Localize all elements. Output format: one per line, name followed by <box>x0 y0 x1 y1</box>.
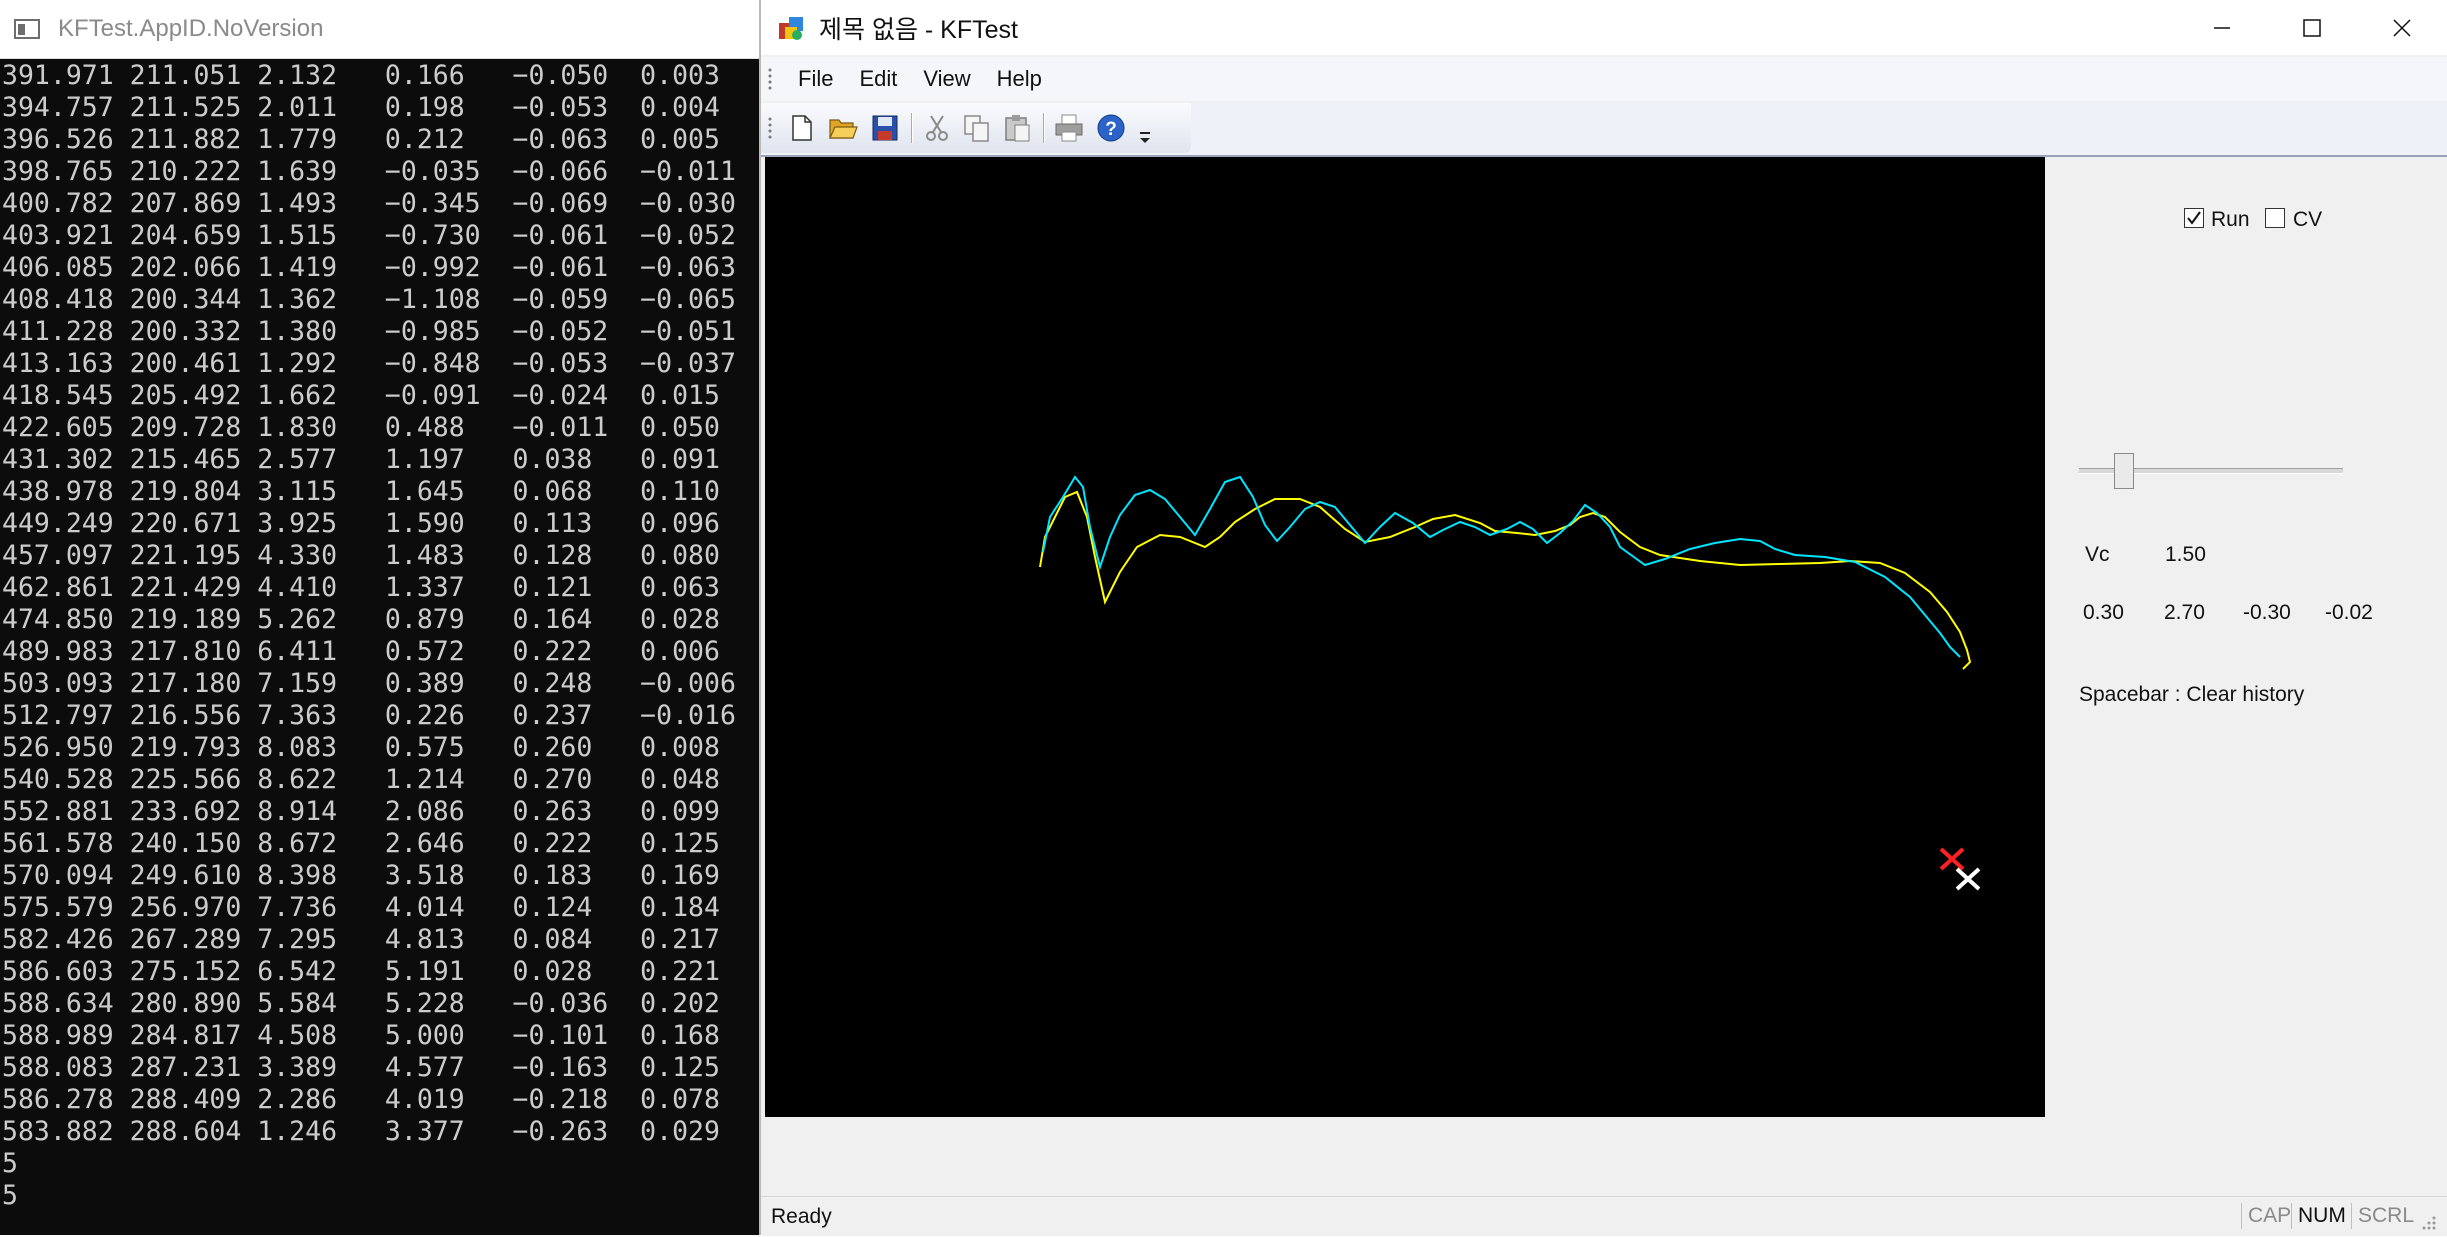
console-line: 422.605 209.728 1.830 0.488 −0.011 0.050 <box>2 412 720 443</box>
maximize-icon <box>2303 18 2321 37</box>
minimize-icon <box>2214 26 2230 29</box>
console-line: 396.526 211.882 1.779 0.212 −0.063 0.005 <box>2 124 720 155</box>
console-line: 588.083 287.231 3.389 4.577 −0.163 0.125 <box>2 1052 720 1083</box>
tracking-canvas[interactable] <box>765 157 2045 1117</box>
console-line: 586.603 275.152 6.542 5.191 0.028 0.221 <box>2 956 720 987</box>
console-output: 391.971 211.051 2.132 0.166 −0.050 0.003… <box>2 60 736 1212</box>
console-line: 552.881 233.692 8.914 2.086 0.263 0.099 <box>2 796 720 827</box>
paste-icon[interactable] <box>1001 112 1033 144</box>
console-line: 462.861 221.429 4.410 1.337 0.121 0.063 <box>2 572 720 603</box>
run-label: Run <box>2211 208 2250 231</box>
window-titlebar: 제목 없음 - KFTest <box>761 0 2447 55</box>
minimize-button[interactable] <box>2177 0 2267 55</box>
svg-text:?: ? <box>1105 119 1117 140</box>
console-line: 588.634 280.890 5.584 5.228 −0.036 0.202 <box>2 988 720 1019</box>
console-line: 586.278 288.409 2.286 4.019 −0.218 0.078 <box>2 1084 720 1115</box>
measured-track-line <box>1042 475 1961 658</box>
menu-view[interactable]: View <box>912 60 981 98</box>
toolstrip: ? <box>761 103 1191 153</box>
vc-value: 1.50 <box>2165 543 2206 566</box>
console-line: 391.971 211.051 2.132 0.166 −0.050 0.003 <box>2 60 720 91</box>
console-titlebar: KFTest.AppID.NoVersion <box>0 0 759 59</box>
copy-icon[interactable] <box>961 112 993 144</box>
console-line: 575.579 256.970 7.736 4.014 0.124 0.184 <box>2 892 720 923</box>
menu-bar: File Edit View Help <box>761 57 2447 101</box>
console-line: 457.097 221.195 4.330 1.483 0.128 0.080 <box>2 540 720 571</box>
cap-indicator: CAP <box>2241 1203 2297 1229</box>
menu-help[interactable]: Help <box>986 60 1053 98</box>
estimated-position-marker <box>1955 867 1981 891</box>
state-value-2: 2.70 <box>2164 601 2205 624</box>
save-icon[interactable] <box>869 112 901 144</box>
console-window: KFTest.AppID.NoVersion 391.971 211.051 2… <box>0 0 759 1235</box>
maximize-button[interactable] <box>2267 0 2357 55</box>
menu-grip-icon <box>767 67 773 91</box>
kftest-window: 제목 없음 - KFTest File Edit View Help ? Run… <box>759 0 2447 1236</box>
state-value-3: -0.30 <box>2243 601 2291 624</box>
close-button[interactable] <box>2357 0 2447 55</box>
console-line: 561.578 240.150 8.672 2.646 0.222 0.125 <box>2 828 720 859</box>
console-line: 5 <box>2 1148 18 1179</box>
check-icon <box>2187 211 2201 225</box>
console-line: 418.545 205.492 1.662 −0.091 −0.024 0.01… <box>2 380 720 411</box>
status-text: Ready <box>771 1205 832 1228</box>
vc-label: Vc <box>2085 543 2110 566</box>
toolbar-separator <box>911 113 912 143</box>
console-line: 438.978 219.804 3.115 1.645 0.068 0.110 <box>2 476 720 507</box>
console-line: 400.782 207.869 1.493 −0.345 −0.069 −0.0… <box>2 188 736 219</box>
cv-checkbox[interactable] <box>2265 208 2285 228</box>
run-checkbox[interactable] <box>2184 208 2204 228</box>
console-line: 540.528 225.566 8.622 1.214 0.270 0.048 <box>2 764 720 795</box>
control-panel: Run CV Vc 1.50 0.30 2.70 -0.30 -0.02 Spa… <box>2047 157 2447 1117</box>
console-line: 413.163 200.461 1.292 −0.848 −0.053 −0.0… <box>2 348 736 379</box>
console-line: 431.302 215.465 2.577 1.197 0.038 0.091 <box>2 444 720 475</box>
scrl-indicator: SCRL <box>2351 1203 2420 1229</box>
console-line: 406.085 202.066 1.419 −0.992 −0.061 −0.0… <box>2 252 736 283</box>
help-icon[interactable]: ? <box>1095 112 1127 144</box>
toolbar-grip-icon <box>767 116 773 140</box>
console-line: 588.989 284.817 4.508 5.000 −0.101 0.168 <box>2 1020 720 1051</box>
new-icon[interactable] <box>785 112 817 144</box>
cut-icon[interactable] <box>921 112 953 144</box>
cv-label: CV <box>2293 208 2323 231</box>
console-line: 5 <box>2 1180 18 1211</box>
menu-edit[interactable]: Edit <box>848 60 908 98</box>
open-icon[interactable] <box>827 112 859 144</box>
console-line: 411.228 200.332 1.380 −0.985 −0.052 −0.0… <box>2 316 736 347</box>
console-line: 474.850 219.189 5.262 0.879 0.164 0.028 <box>2 604 720 635</box>
window-title: 제목 없음 - KFTest <box>819 15 1018 44</box>
console-line: 403.921 204.659 1.515 −0.730 −0.061 −0.0… <box>2 220 736 251</box>
overflow-icon[interactable] <box>1135 112 1155 144</box>
console-line: 489.983 217.810 6.411 0.572 0.222 0.006 <box>2 636 720 667</box>
console-line: 570.094 249.610 8.398 3.518 0.183 0.169 <box>2 860 720 891</box>
spacebar-hint: Spacebar : Clear history <box>2079 683 2305 706</box>
measured-position-marker <box>1939 847 1965 871</box>
menu-file[interactable]: File <box>787 60 844 98</box>
console-line: 449.249 220.671 3.925 1.590 0.113 0.096 <box>2 508 720 539</box>
print-icon[interactable] <box>1053 112 1085 144</box>
num-indicator: NUM <box>2291 1203 2352 1229</box>
console-title: KFTest.AppID.NoVersion <box>58 15 324 42</box>
console-line: 398.765 210.222 1.639 −0.035 −0.066 −0.0… <box>2 156 736 187</box>
status-bar: Ready CAP NUM SCRL <box>761 1196 2447 1236</box>
console-app-icon <box>14 19 40 39</box>
tracking-plot <box>1039 475 1981 891</box>
console-line: 582.426 267.289 7.295 4.813 0.084 0.217 <box>2 924 720 955</box>
toolbar: ? <box>761 103 2447 157</box>
console-line: 503.093 217.180 7.159 0.389 0.248 −0.006 <box>2 668 736 699</box>
console-line: 583.882 288.604 1.246 3.377 −0.263 0.029 <box>2 1116 720 1147</box>
app-icon <box>777 13 807 43</box>
filtered-track-line <box>1039 490 1972 670</box>
state-value-4: -0.02 <box>2325 601 2373 624</box>
close-icon <box>2393 18 2411 37</box>
console-line: 526.950 219.793 8.083 0.575 0.260 0.008 <box>2 732 720 763</box>
resize-grip-icon[interactable] <box>2421 1213 2437 1237</box>
console-line: 408.418 200.344 1.362 −1.108 −0.059 −0.0… <box>2 284 736 315</box>
toolbar-separator <box>1043 113 1044 143</box>
console-line: 512.797 216.556 7.363 0.226 0.237 −0.016 <box>2 700 736 731</box>
console-line: 394.757 211.525 2.011 0.198 −0.053 0.004 <box>2 92 720 123</box>
vc-slider-thumb[interactable] <box>2113 453 2134 489</box>
state-value-1: 0.30 <box>2083 601 2124 624</box>
